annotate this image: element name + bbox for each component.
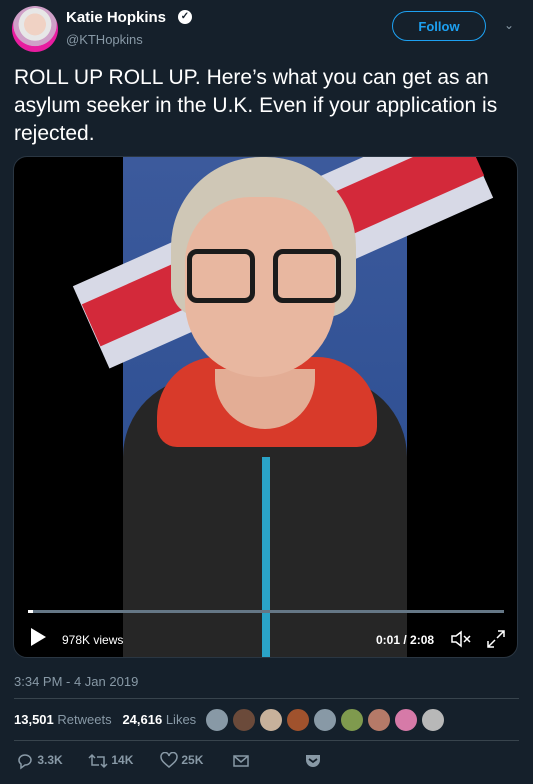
divider	[14, 740, 519, 741]
liker-avatar[interactable]	[394, 708, 418, 732]
liker-avatar[interactable]	[421, 708, 445, 732]
like-count: 25K	[181, 753, 204, 768]
user-handle[interactable]: @KTHopkins	[66, 32, 143, 47]
liker-avatar[interactable]	[259, 708, 283, 732]
tweet-actions: 3.3K 14K 25K	[14, 751, 519, 776]
tweet-timestamp[interactable]: 3:34 PM - 4 Jan 2019	[14, 674, 138, 689]
liker-avatar[interactable]	[232, 708, 256, 732]
video-player[interactable]: 978K views 0:01 / 2:08	[13, 156, 518, 658]
video-view-count: 978K views	[62, 633, 124, 647]
liker-avatars	[205, 708, 448, 732]
mute-icon[interactable]	[450, 629, 472, 649]
save-button[interactable]	[304, 752, 322, 776]
reply-count: 3.3K	[37, 753, 63, 768]
retweet-button[interactable]: 14K	[88, 752, 133, 776]
liker-avatar[interactable]	[286, 708, 310, 732]
tweet-header: Katie Hopkins ✓ @KTHopkins Follow ⌄	[0, 0, 533, 60]
display-name[interactable]: Katie Hopkins	[66, 9, 166, 26]
engagement-stats: 13,501 Retweets 24,616 Likes	[14, 712, 196, 727]
video-progress-bar[interactable]	[28, 610, 504, 613]
liker-avatar[interactable]	[340, 708, 364, 732]
video-frame	[72, 157, 494, 657]
play-icon[interactable]	[28, 627, 48, 647]
follow-button[interactable]: Follow	[392, 11, 486, 41]
message-button[interactable]	[232, 752, 250, 776]
reply-icon	[16, 753, 34, 770]
chevron-down-icon[interactable]: ⌄	[502, 18, 516, 32]
liker-avatar[interactable]	[205, 708, 229, 732]
video-time: 0:01 / 2:08	[376, 633, 435, 647]
heart-icon	[160, 751, 178, 768]
verified-badge-icon: ✓	[178, 10, 192, 24]
tweet-text: ROLL UP ROLL UP. Here’s what you can get…	[14, 66, 498, 145]
reply-button[interactable]: 3.3K	[16, 752, 63, 776]
retweet-icon	[88, 753, 108, 769]
divider	[14, 698, 519, 699]
liker-avatar[interactable]	[313, 708, 337, 732]
retweet-count: 14K	[111, 753, 134, 768]
mail-icon	[232, 753, 250, 767]
retweets-stat[interactable]: 13,501 Retweets	[14, 712, 112, 727]
video-progress-fill	[28, 610, 33, 613]
pocket-icon	[304, 753, 322, 767]
like-button[interactable]: 25K	[160, 751, 204, 776]
avatar[interactable]	[12, 6, 58, 52]
liker-avatar[interactable]	[367, 708, 391, 732]
likes-stat[interactable]: 24,616 Likes	[122, 712, 196, 727]
fullscreen-icon[interactable]	[486, 629, 506, 649]
